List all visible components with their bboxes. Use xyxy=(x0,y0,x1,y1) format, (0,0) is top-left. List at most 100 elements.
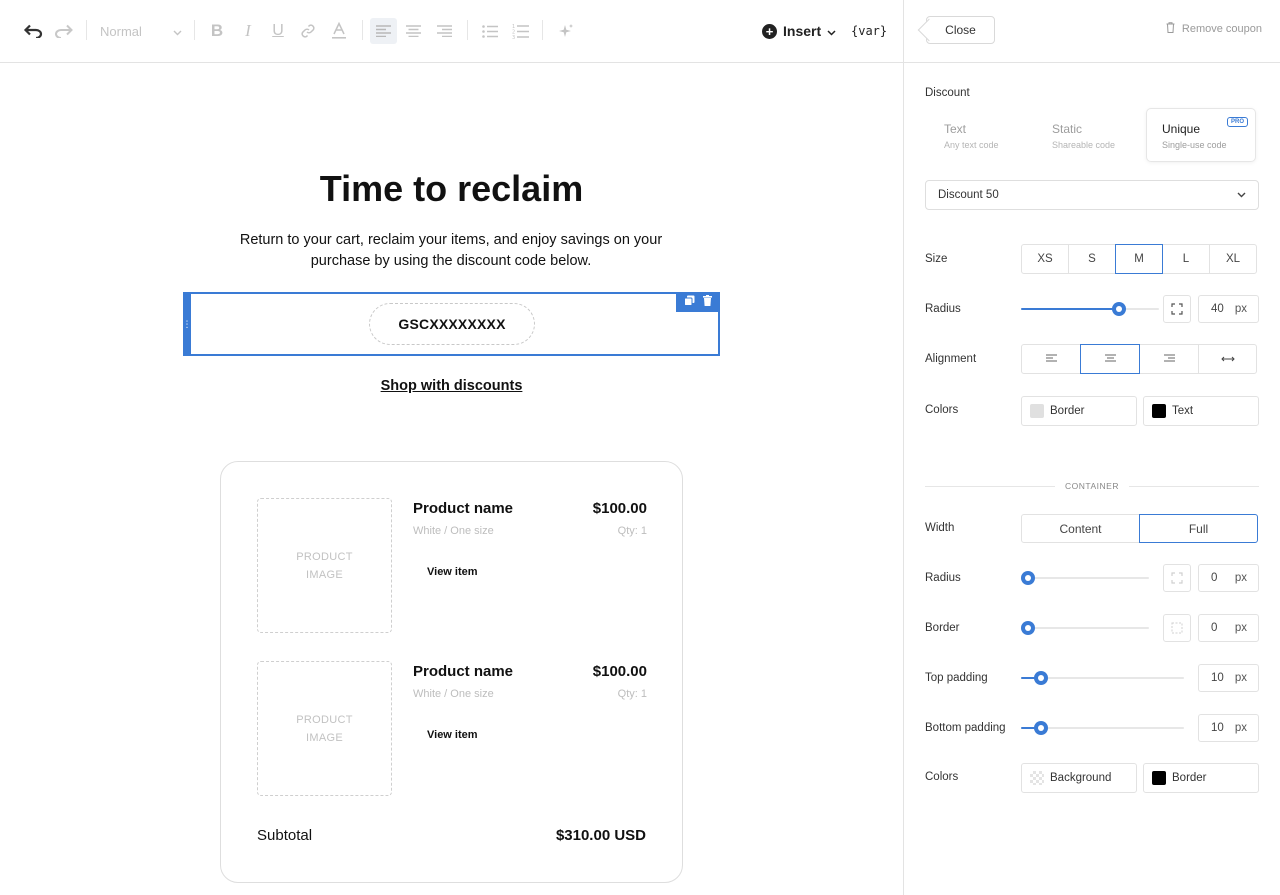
product-row: PRODUCT IMAGE Product name $100.00 White … xyxy=(257,661,647,797)
slider-knob[interactable] xyxy=(1021,571,1035,585)
italic-icon[interactable]: I xyxy=(238,18,258,44)
text-color-label: Text xyxy=(1172,405,1194,417)
numbered-list-icon[interactable]: 123 xyxy=(509,18,531,44)
container-border-color-button[interactable]: Border xyxy=(1143,763,1259,793)
container-radius-input[interactable]: 0 px xyxy=(1198,564,1259,592)
container-border-value: 0 xyxy=(1211,622,1218,634)
border-color-button[interactable]: Border xyxy=(1021,396,1137,426)
undo-icon[interactable] xyxy=(22,18,44,44)
unit-label: px xyxy=(1234,303,1247,315)
bottom-padding-slider[interactable] xyxy=(1021,721,1184,735)
size-option-m[interactable]: M xyxy=(1115,244,1163,274)
size-option-l[interactable]: L xyxy=(1162,244,1210,274)
align-stretch-option[interactable] xyxy=(1198,344,1257,374)
remove-coupon-label: Remove coupon xyxy=(1181,23,1262,35)
radius-slider[interactable] xyxy=(1021,302,1159,316)
plus-circle-icon: + xyxy=(762,23,777,39)
email-title[interactable]: Time to reclaim xyxy=(0,168,903,210)
trash-icon[interactable] xyxy=(703,293,712,311)
discount-label: Discount xyxy=(925,87,970,99)
shop-link[interactable]: Shop with discounts xyxy=(0,378,903,394)
discount-type-text[interactable]: Text Any text code xyxy=(926,108,1036,162)
size-option-xs[interactable]: XS xyxy=(1021,244,1069,274)
subtotal-label: Subtotal xyxy=(257,827,313,844)
width-label: Width xyxy=(925,522,955,534)
insert-label: Insert xyxy=(783,23,822,39)
container-section-label: CONTAINER xyxy=(904,481,1280,491)
underline-icon[interactable]: U xyxy=(268,18,288,44)
top-padding-slider[interactable] xyxy=(1021,671,1184,685)
container-colors-label: Colors xyxy=(925,771,959,783)
discount-select[interactable]: Discount 50 xyxy=(925,180,1259,210)
width-content-option[interactable]: Content xyxy=(1021,514,1140,543)
product-image-placeholder: PRODUCT IMAGE xyxy=(257,498,392,633)
slider-knob[interactable] xyxy=(1034,671,1048,685)
align-right-icon xyxy=(1163,353,1175,365)
align-left-icon[interactable] xyxy=(370,18,397,44)
container-radius-slider[interactable] xyxy=(1021,571,1149,585)
top-padding-input[interactable]: 10 px xyxy=(1198,664,1259,692)
toolbar-divider xyxy=(194,20,195,40)
insert-button[interactable]: + Insert xyxy=(762,18,836,44)
discount-type-unique[interactable]: Unique Single-use code PRO xyxy=(1146,108,1256,162)
expand-corners-icon[interactable] xyxy=(1163,295,1191,323)
size-option-xl[interactable]: XL xyxy=(1209,244,1257,274)
width-full-option[interactable]: Full xyxy=(1139,514,1258,543)
slider-knob[interactable] xyxy=(1112,302,1126,316)
product-name: Product name xyxy=(413,500,514,517)
top-padding-value: 10 xyxy=(1211,672,1224,684)
email-subtitle[interactable]: Return to your cart, reclaim your items,… xyxy=(226,230,676,272)
drag-handle-icon[interactable]: ⋮ xyxy=(183,292,192,356)
container-border-label: Border xyxy=(925,622,960,634)
align-left-option[interactable] xyxy=(1021,344,1081,374)
text-color-swatch xyxy=(1152,404,1166,418)
slider-knob[interactable] xyxy=(1034,721,1048,735)
corner-radius-icon[interactable] xyxy=(1163,564,1191,592)
discount-type-sub: Shareable code xyxy=(1052,140,1116,150)
discount-type-title: Text xyxy=(944,122,967,136)
align-center-icon[interactable] xyxy=(402,18,424,44)
trash-icon xyxy=(1166,22,1175,36)
toolbar-divider xyxy=(362,20,363,40)
cart-container[interactable]: PRODUCT IMAGE Product name $100.00 White … xyxy=(220,461,683,883)
radius-value: 40 xyxy=(1211,303,1224,315)
panel-header: Close Remove coupon xyxy=(904,0,1280,63)
bottom-padding-value: 10 xyxy=(1211,722,1224,734)
slider-knob[interactable] xyxy=(1021,621,1035,635)
align-right-icon[interactable] xyxy=(433,18,455,44)
colors-label: Colors xyxy=(925,404,959,416)
text-color-button[interactable]: Text xyxy=(1143,396,1259,426)
close-button[interactable]: Close xyxy=(926,16,995,44)
discount-type-title: Static xyxy=(1052,122,1083,136)
align-center-option[interactable] xyxy=(1080,344,1140,374)
link-icon[interactable] xyxy=(298,18,318,44)
bullet-list-icon[interactable] xyxy=(479,18,501,44)
coupon-code[interactable]: GSCXXXXXXXX xyxy=(369,303,535,345)
coupon-block-selected[interactable]: ⋮ GSCXXXXXXXX xyxy=(183,292,720,356)
size-option-s[interactable]: S xyxy=(1068,244,1116,274)
background-color-button[interactable]: Background xyxy=(1021,763,1137,793)
text-style-value: Normal xyxy=(100,23,142,39)
border-sides-icon[interactable] xyxy=(1163,614,1191,642)
container-border-slider[interactable] xyxy=(1021,621,1149,635)
view-item-link[interactable]: View item xyxy=(427,729,478,741)
text-style-select[interactable]: Normal xyxy=(100,18,182,44)
redo-icon[interactable] xyxy=(53,18,75,44)
container-border-color-label: Border xyxy=(1172,772,1207,784)
duplicate-icon[interactable] xyxy=(684,293,695,311)
view-item-link[interactable]: View item xyxy=(427,566,478,578)
align-right-option[interactable] xyxy=(1139,344,1199,374)
top-padding-label: Top padding xyxy=(925,672,988,684)
bottom-padding-input[interactable]: 10 px xyxy=(1198,714,1259,742)
unit-label: px xyxy=(1234,622,1247,634)
width-selector: Content Full xyxy=(1021,514,1258,543)
container-border-input[interactable]: 0 px xyxy=(1198,614,1259,642)
radius-input[interactable]: 40 px xyxy=(1198,295,1259,323)
sparkle-icon[interactable] xyxy=(555,18,577,44)
discount-type-static[interactable]: Static Shareable code xyxy=(1034,108,1144,162)
text-color-icon[interactable] xyxy=(329,18,349,44)
bold-icon[interactable]: B xyxy=(207,18,227,44)
variable-button[interactable]: {var} xyxy=(851,18,887,44)
remove-coupon-button[interactable]: Remove coupon xyxy=(1166,22,1262,36)
block-actions xyxy=(676,292,720,312)
